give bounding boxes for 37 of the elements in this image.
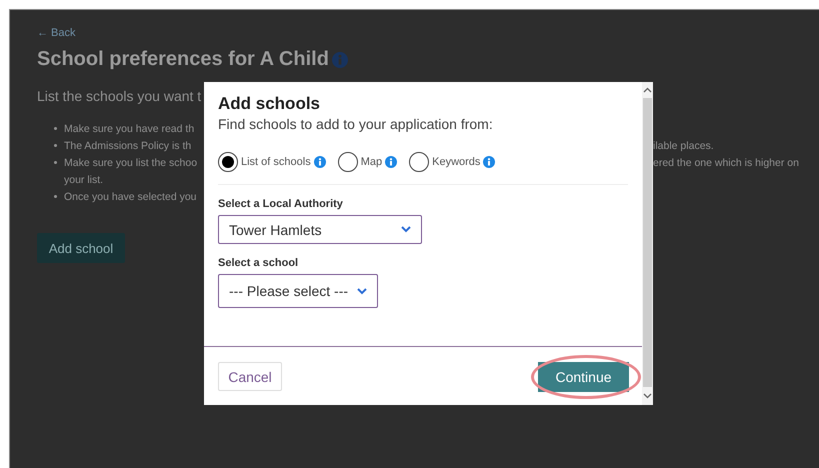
info-icon[interactable] [385, 156, 398, 168]
option-label[interactable]: Map [360, 156, 382, 168]
cancel-button[interactable]: Cancel [218, 362, 282, 391]
dialog-subtitle: Find schools to add to your application from: [218, 116, 494, 132]
bullet-icon [54, 161, 57, 164]
intro-text: List the schools you want t [37, 88, 202, 104]
select-field[interactable]: --- Please select --- [218, 274, 378, 308]
scrollbar-thumb[interactable] [643, 98, 652, 387]
bullet-text: Make sure you have read th [64, 122, 196, 134]
info-icon[interactable] [483, 156, 496, 168]
bullet-text: your list. [64, 174, 104, 186]
radio-button[interactable] [218, 152, 238, 172]
bullet-icon [54, 144, 57, 147]
chevron-icon [401, 226, 411, 233]
field-label: Select a school [218, 257, 300, 269]
caret-up-icon [643, 87, 652, 93]
bullet-text: ered the one which is higher on [653, 156, 799, 168]
back-link[interactable]: ← Back [37, 27, 76, 39]
info-icon[interactable] [314, 156, 326, 168]
select-field[interactable]: Tower Hamlets [218, 215, 422, 244]
continue-button[interactable]: Continue [538, 362, 629, 392]
radio-button[interactable] [409, 152, 430, 172]
bullet-text: Make sure you list the schoo [64, 156, 198, 168]
bullet-icon [54, 127, 57, 130]
field-label: Select a Local Authority [218, 198, 344, 210]
caret-down-icon [643, 393, 652, 399]
add-school-button[interactable]: Add school [37, 233, 125, 263]
bullet-text: The Admissions Policy is th [64, 140, 192, 152]
bullet-text: ilable places. [653, 140, 714, 152]
option-label[interactable]: List of schools [241, 156, 311, 168]
dialog-title: Add schools [218, 94, 322, 114]
chevron-icon [357, 288, 367, 294]
bullet-text: Once you have selected you [64, 190, 198, 202]
page-title: School preferences for A Child [37, 48, 329, 71]
option-label[interactable]: Keywords [432, 156, 480, 168]
radio-button[interactable] [338, 152, 358, 172]
bullet-icon [54, 195, 57, 198]
